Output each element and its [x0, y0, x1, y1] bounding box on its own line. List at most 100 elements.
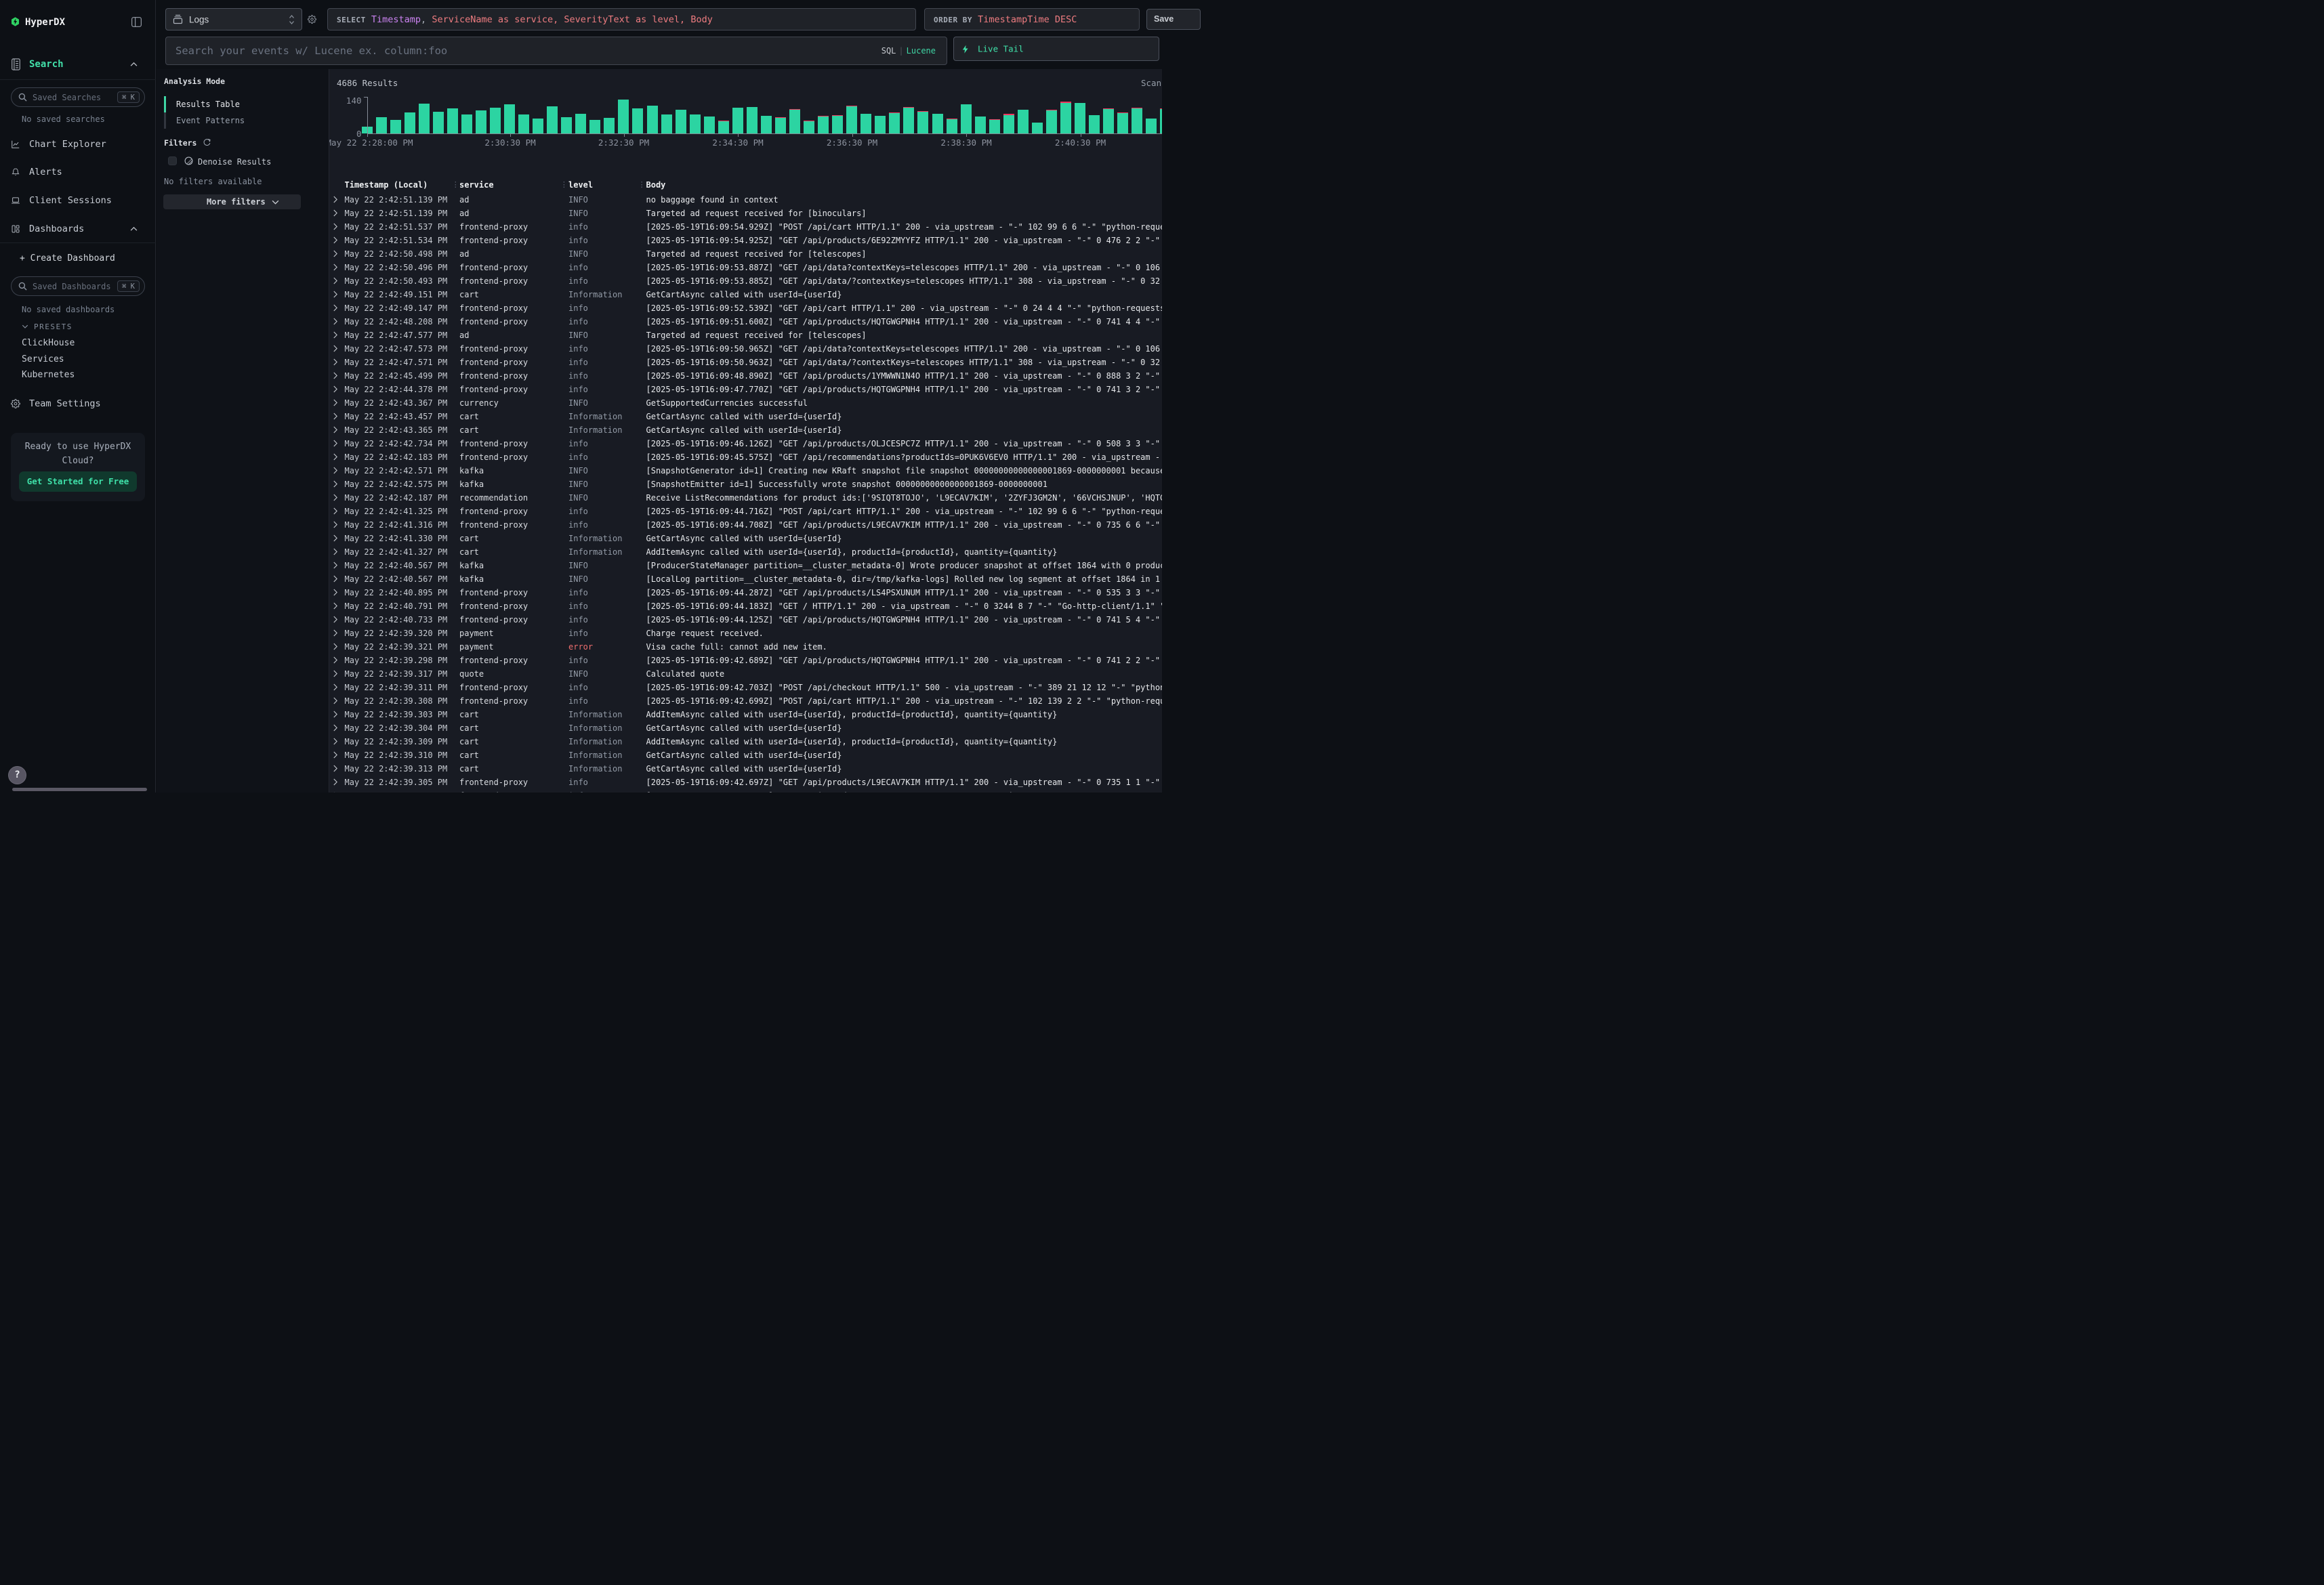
histogram-bar[interactable] — [376, 117, 387, 134]
histogram-bar[interactable] — [947, 119, 957, 134]
row-expand-chevron-icon[interactable] — [333, 250, 337, 257]
row-expand-chevron-icon[interactable] — [333, 453, 337, 461]
row-expand-chevron-icon[interactable] — [333, 331, 337, 339]
row-expand-chevron-icon[interactable] — [333, 223, 337, 230]
histogram-bar[interactable] — [419, 104, 430, 134]
preset-clickhouse[interactable]: ClickHouse — [22, 338, 75, 348]
table-row[interactable]: May 22 2:42:39.321 PMpaymenterrorVisa ca… — [329, 640, 1162, 654]
table-row[interactable]: May 22 2:42:43.365 PMcartInformationGetC… — [329, 423, 1162, 437]
row-expand-chevron-icon[interactable] — [333, 318, 337, 325]
source-settings-gear-icon[interactable] — [308, 15, 316, 24]
query-language-toggle[interactable]: SQL|Lucene — [881, 46, 936, 56]
row-expand-chevron-icon[interactable] — [333, 711, 337, 718]
row-expand-chevron-icon[interactable] — [333, 643, 337, 650]
histogram-bar[interactable] — [504, 104, 515, 133]
histogram-bar[interactable] — [1117, 112, 1128, 134]
histogram-bar[interactable] — [647, 106, 658, 133]
row-expand-chevron-icon[interactable] — [333, 521, 337, 528]
histogram-bar[interactable] — [732, 108, 743, 133]
histogram-bar[interactable] — [961, 104, 972, 134]
event-search-input[interactable]: Search your events w/ Lucene ex. column:… — [165, 37, 947, 65]
histogram-bar[interactable] — [789, 109, 800, 134]
table-row[interactable]: May 22 2:42:51.139 PMadINFOno baggage fo… — [329, 193, 1162, 207]
mode-results-table[interactable]: Results Table — [176, 100, 240, 109]
row-expand-chevron-icon[interactable] — [333, 440, 337, 447]
histogram-bar[interactable] — [1160, 108, 1162, 133]
histogram-bar[interactable] — [589, 120, 600, 133]
histogram-bar[interactable] — [1103, 108, 1114, 133]
table-row[interactable]: May 22 2:42:50.498 PMadINFOTargeted ad r… — [329, 247, 1162, 261]
row-expand-chevron-icon[interactable] — [333, 534, 337, 542]
table-row[interactable]: May 22 2:42:39.305 PMfrontend-proxyinfo[… — [329, 776, 1162, 789]
histogram-bar[interactable] — [989, 119, 1000, 134]
row-expand-chevron-icon[interactable] — [333, 372, 337, 379]
row-expand-chevron-icon[interactable] — [333, 697, 337, 704]
table-row[interactable]: May 22 2:42:41.316 PMfrontend-proxyinfo[… — [329, 518, 1162, 532]
histogram-bar[interactable] — [533, 119, 543, 134]
row-expand-chevron-icon[interactable] — [333, 616, 337, 623]
table-row[interactable]: May 22 2:42:39.298 PMfrontend-proxyinfo[… — [329, 654, 1162, 667]
histogram-bar[interactable] — [1046, 110, 1057, 133]
histogram-bar[interactable] — [433, 112, 444, 133]
table-row[interactable]: May 22 2:42:39.295 PMfrontend-proxyinfo[… — [329, 789, 1162, 793]
events-histogram[interactable]: 140 0 May 22 2:28:00 PM2:30:30 PM2:32:30… — [329, 69, 1162, 147]
row-expand-chevron-icon[interactable] — [333, 507, 337, 515]
histogram-bar[interactable] — [1075, 103, 1085, 134]
sidebar-item-team-settings[interactable]: Team Settings — [0, 394, 156, 414]
histogram-bar[interactable] — [903, 107, 914, 133]
histogram-bar[interactable] — [404, 112, 415, 133]
row-expand-chevron-icon[interactable] — [333, 399, 337, 406]
histogram-bar[interactable] — [832, 115, 843, 134]
histogram-bar[interactable] — [1032, 123, 1043, 134]
save-button[interactable]: Save — [1146, 9, 1201, 30]
table-row[interactable]: May 22 2:42:42.183 PMfrontend-proxyinfo[… — [329, 450, 1162, 464]
row-expand-chevron-icon[interactable] — [333, 291, 337, 298]
table-row[interactable]: May 22 2:42:50.496 PMfrontend-proxyinfo[… — [329, 261, 1162, 274]
histogram-bar[interactable] — [747, 107, 758, 133]
histogram-bar[interactable] — [1146, 119, 1157, 133]
table-row[interactable]: May 22 2:42:41.330 PMcartInformationGetC… — [329, 532, 1162, 545]
table-row[interactable]: May 22 2:42:49.151 PMcartInformationGetC… — [329, 288, 1162, 301]
sidebar-collapse-icon[interactable] — [131, 17, 142, 27]
histogram-bar[interactable] — [561, 117, 572, 134]
table-row[interactable]: May 22 2:42:47.571 PMfrontend-proxyinfo[… — [329, 356, 1162, 369]
histogram-bar[interactable] — [1003, 114, 1014, 133]
column-separator-icon[interactable]: ⋮ — [452, 180, 459, 189]
table-row[interactable]: May 22 2:42:42.187 PMrecommendationINFOR… — [329, 491, 1162, 505]
denoise-checkbox[interactable] — [168, 156, 177, 165]
table-row[interactable]: May 22 2:42:49.147 PMfrontend-proxyinfo[… — [329, 301, 1162, 315]
row-expand-chevron-icon[interactable] — [333, 467, 337, 474]
table-row[interactable]: May 22 2:42:45.499 PMfrontend-proxyinfo[… — [329, 369, 1162, 383]
histogram-bar[interactable] — [704, 117, 715, 134]
table-row[interactable]: May 22 2:42:42.575 PMkafkaINFO[SnapshotE… — [329, 478, 1162, 491]
table-row[interactable]: May 22 2:42:50.493 PMfrontend-proxyinfo[… — [329, 274, 1162, 288]
table-row[interactable]: May 22 2:42:39.313 PMcartInformationGetC… — [329, 762, 1162, 776]
row-expand-chevron-icon[interactable] — [333, 426, 337, 434]
refresh-icon[interactable] — [203, 138, 211, 146]
table-row[interactable]: May 22 2:42:39.320 PMpaymentinfoCharge r… — [329, 627, 1162, 640]
table-row[interactable]: May 22 2:42:39.308 PMfrontend-proxyinfo[… — [329, 694, 1162, 708]
table-row[interactable]: May 22 2:42:40.733 PMfrontend-proxyinfo[… — [329, 613, 1162, 627]
histogram-bar[interactable] — [1060, 102, 1071, 134]
row-expand-chevron-icon[interactable] — [333, 670, 337, 677]
sql-select-input[interactable]: SELECT Timestamp, ServiceName as service… — [327, 8, 916, 30]
table-row[interactable]: May 22 2:42:40.895 PMfrontend-proxyinfo[… — [329, 586, 1162, 599]
table-row[interactable]: May 22 2:42:39.311 PMfrontend-proxyinfo[… — [329, 681, 1162, 694]
sidebar-horizontal-scrollbar[interactable] — [12, 788, 147, 791]
sidebar-item-alerts[interactable]: Alerts — [0, 162, 156, 182]
row-expand-chevron-icon[interactable] — [333, 385, 337, 393]
histogram-bar[interactable] — [1132, 108, 1142, 134]
row-expand-chevron-icon[interactable] — [333, 480, 337, 488]
column-separator-icon[interactable]: ⋮ — [560, 180, 568, 189]
table-row[interactable]: May 22 2:42:51.139 PMadINFOTargeted ad r… — [329, 207, 1162, 220]
row-expand-chevron-icon[interactable] — [333, 683, 337, 691]
table-row[interactable]: May 22 2:42:39.304 PMcartInformationGetC… — [329, 721, 1162, 735]
column-header[interactable]: level — [568, 180, 593, 190]
row-expand-chevron-icon[interactable] — [333, 602, 337, 610]
sidebar-item-dashboards[interactable]: Dashboards — [0, 219, 156, 239]
histogram-bar[interactable] — [690, 114, 701, 133]
row-expand-chevron-icon[interactable] — [333, 656, 337, 664]
help-button[interactable]: ? — [8, 766, 26, 784]
histogram-bar[interactable] — [575, 114, 586, 134]
table-row[interactable]: May 22 2:42:39.303 PMcartInformationAddI… — [329, 708, 1162, 721]
